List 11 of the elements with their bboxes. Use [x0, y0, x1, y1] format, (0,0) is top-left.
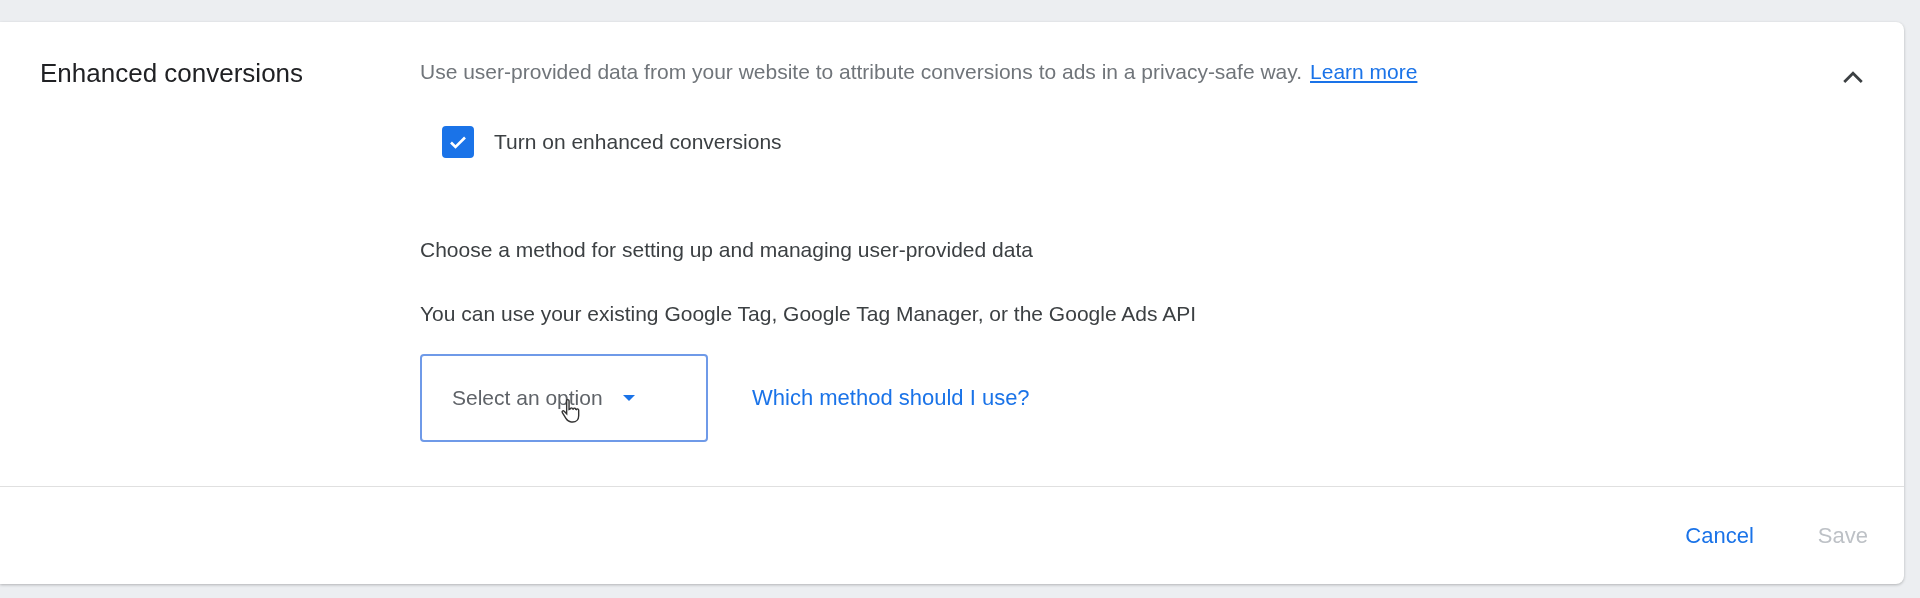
- method-dropdown[interactable]: Select an option: [420, 354, 708, 442]
- dropdown-caret-icon: [622, 395, 635, 401]
- section-title: Enhanced conversions: [39, 57, 305, 90]
- section-description: Use user-provided data from your website to attribute conversions to ads in a privacy-safe way.: [420, 60, 1303, 84]
- learn-more-link[interactable]: Learn more: [1310, 60, 1418, 84]
- checkbox[interactable]: [442, 126, 474, 158]
- cancel-button[interactable]: Cancel: [1685, 516, 1754, 555]
- method-heading: Choose a method for setting up and managing user-provided data: [420, 238, 1033, 262]
- method-help-link[interactable]: Which method should I use?: [752, 385, 1030, 411]
- checkbox-label: Turn on enhanced conversions: [494, 130, 782, 154]
- method-hint: You can use your existing Google Tag, Google Tag Manager, or the Google Ads API: [420, 302, 1196, 326]
